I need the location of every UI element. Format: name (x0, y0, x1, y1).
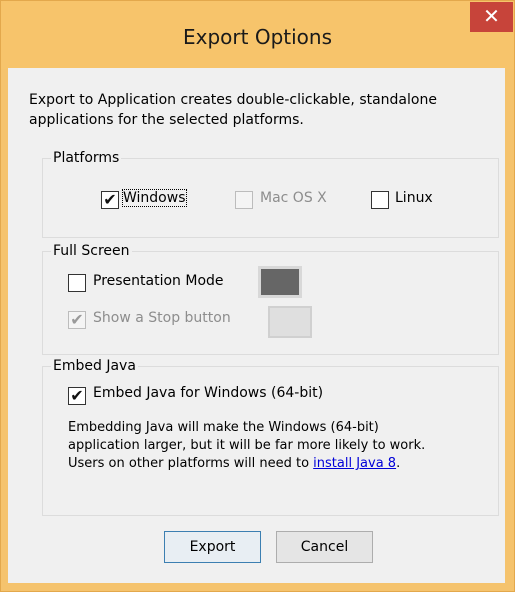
windows-label[interactable]: Windows (122, 189, 187, 207)
embed-java-description: Embedding Java will make the Windows (64… (68, 419, 448, 473)
stop-button-color-swatch (268, 306, 312, 338)
full-screen-group-label: Full Screen (51, 243, 132, 259)
cancel-button[interactable]: Cancel (276, 531, 373, 563)
embed-java-checkbox[interactable]: ✔ (68, 387, 86, 405)
checkmark-icon: ✔ (103, 190, 117, 209)
presentation-mode-label[interactable]: Presentation Mode (93, 273, 224, 289)
linux-label[interactable]: Linux (395, 190, 433, 206)
intro-text: Export to Application creates double-cli… (29, 92, 437, 128)
title-bar: Export Options ✕ (1, 1, 514, 69)
dialog-title: Export Options (183, 25, 332, 49)
embed-java-label[interactable]: Embed Java for Windows (64-bit) (93, 385, 323, 401)
close-button[interactable]: ✕ (470, 2, 513, 32)
stop-button-checkbox: ✔ (68, 311, 86, 329)
checkmark-icon: ✔ (70, 310, 84, 329)
presentation-mode-checkbox[interactable] (68, 274, 86, 292)
platforms-group-label: Platforms (51, 150, 122, 166)
stop-button-label: Show a Stop button (93, 310, 231, 326)
mac-checkbox (235, 191, 253, 209)
embed-java-group-label: Embed Java (51, 358, 138, 374)
mac-label: Mac OS X (260, 190, 327, 206)
checkmark-icon: ✔ (70, 386, 84, 405)
windows-checkbox[interactable]: ✔ (101, 191, 119, 209)
linux-checkbox[interactable] (371, 191, 389, 209)
export-button[interactable]: Export (164, 531, 261, 563)
install-java-link[interactable]: install Java 8 (313, 456, 396, 471)
background-color-swatch[interactable] (258, 266, 302, 298)
close-icon: ✕ (483, 4, 500, 28)
embed-java-description-end: . (396, 456, 401, 471)
